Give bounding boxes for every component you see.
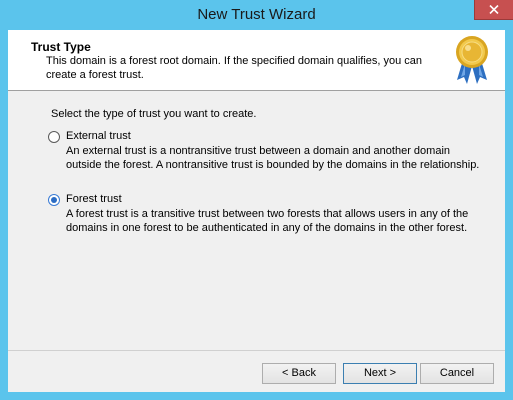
- award-ribbon-icon: [456, 36, 488, 84]
- forest-trust-description: A forest trust is a transitive trust bet…: [66, 208, 469, 234]
- wizard-client-area: Trust Type This domain is a forest root …: [8, 30, 505, 392]
- window-title: New Trust Wizard: [197, 6, 316, 23]
- back-button[interactable]: < Back: [262, 363, 336, 384]
- external-trust-label[interactable]: External trust: [66, 130, 131, 142]
- footer-divider: [8, 350, 505, 351]
- close-icon: [489, 5, 499, 14]
- wizard-header: Trust Type This domain is a forest root …: [8, 30, 505, 91]
- forest-trust-option[interactable]: Forest trust A forest trust is a transit…: [48, 193, 488, 234]
- page-title: Trust Type: [31, 40, 91, 54]
- close-button[interactable]: [474, 0, 513, 20]
- forest-trust-label[interactable]: Forest trust: [66, 193, 122, 205]
- forest-trust-radio[interactable]: [48, 194, 60, 206]
- external-trust-option[interactable]: External trust An external trust is a no…: [48, 130, 488, 171]
- page-description: This domain is a forest root domain. If …: [46, 55, 423, 81]
- title-bar[interactable]: New Trust Wizard: [0, 0, 513, 30]
- wizard-window: New Trust Wizard Trust Type This domain …: [0, 0, 513, 400]
- cancel-button[interactable]: Cancel: [420, 363, 494, 384]
- external-trust-description: An external trust is a nontransitive tru…: [66, 145, 480, 171]
- next-button[interactable]: Next >: [343, 363, 417, 384]
- trust-type-prompt: Select the type of trust you want to cre…: [51, 108, 257, 120]
- external-trust-radio[interactable]: [48, 131, 60, 143]
